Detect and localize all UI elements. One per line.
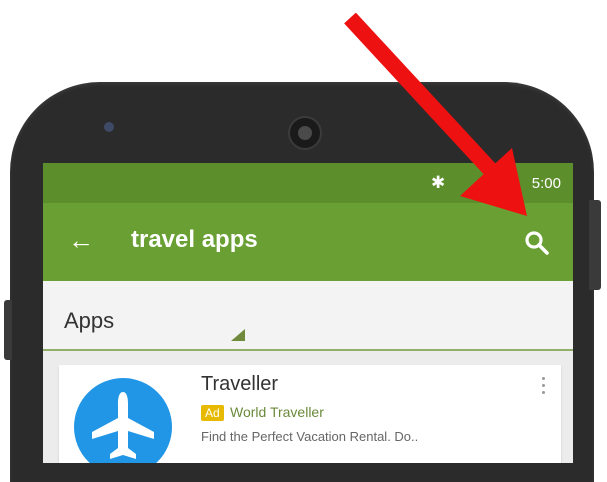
front-camera bbox=[290, 118, 320, 148]
arrow-left-icon[interactable]: ← bbox=[68, 225, 94, 255]
app-thumbnail bbox=[59, 365, 177, 463]
developer-name: World Traveller bbox=[230, 404, 324, 420]
ad-badge: Ad bbox=[201, 405, 224, 421]
phone-side-button bbox=[589, 200, 601, 290]
search-icon[interactable] bbox=[517, 223, 557, 263]
section-corner-icon bbox=[231, 329, 245, 341]
section-divider bbox=[43, 349, 573, 351]
search-toolbar: ← travel apps bbox=[43, 203, 573, 281]
search-query[interactable]: travel apps bbox=[131, 226, 258, 254]
status-bar: ✱ 5:00 bbox=[43, 163, 573, 203]
apps-section-header: Apps bbox=[43, 281, 573, 351]
phone-left-button bbox=[4, 300, 12, 360]
bluetooth-icon: ✱ bbox=[431, 173, 446, 192]
app-result-card[interactable]: Traveller Ad World Traveller Find the Pe… bbox=[59, 365, 561, 463]
section-title: Apps bbox=[64, 308, 115, 333]
proximity-sensor bbox=[104, 122, 114, 132]
app-name[interactable]: Traveller bbox=[201, 373, 278, 396]
airplane-icon bbox=[74, 378, 172, 463]
app-description: Find the Perfect Vacation Rental. Do.. bbox=[201, 429, 419, 444]
more-vert-icon[interactable] bbox=[537, 377, 549, 399]
status-time: 5:00 bbox=[531, 175, 561, 192]
phone-screen: ✱ 5:00 ← travel apps Apps Traveller Ad W… bbox=[43, 163, 573, 463]
